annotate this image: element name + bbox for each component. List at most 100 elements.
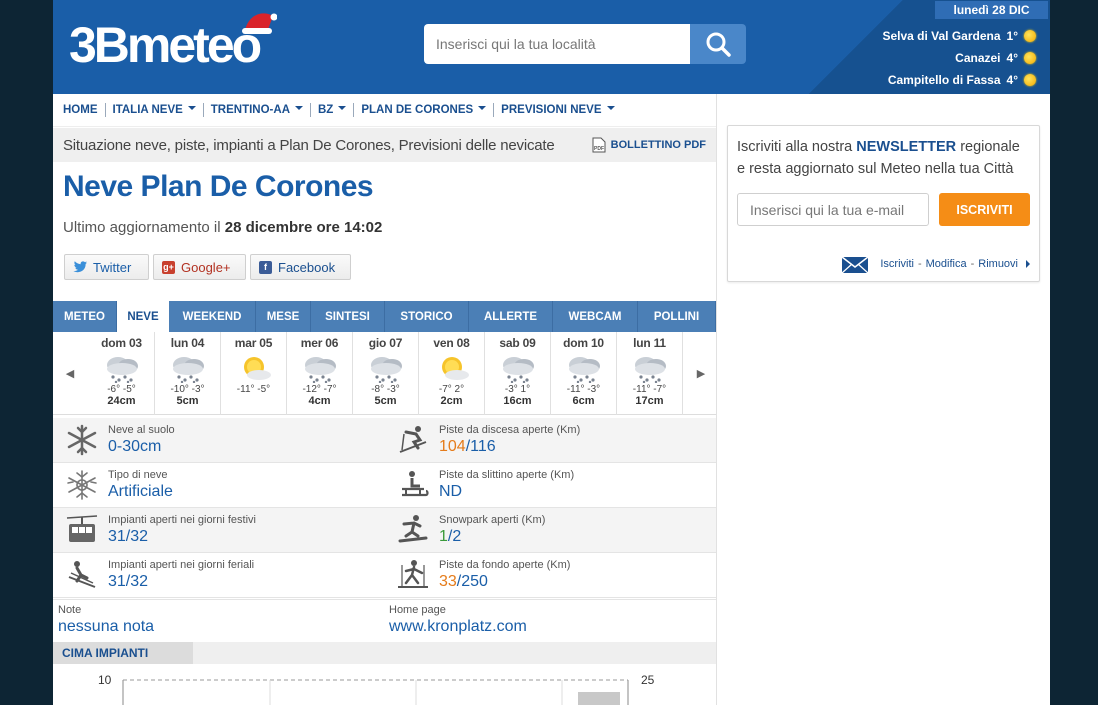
forecast-day-name: gio 07 xyxy=(368,336,403,350)
forecast-day[interactable]: mar 05 -11° -5° xyxy=(221,332,287,415)
caret-down-icon xyxy=(478,106,487,110)
forecast-day[interactable]: dom 03 -6° -5° 24cm xyxy=(89,332,155,415)
forecast-strip: ◀ dom 03 -6° -5° 24cm lun 04 -10° -3° 5c… xyxy=(53,332,716,415)
forecast-day-name: mar 05 xyxy=(234,336,273,350)
svg-text:3Bmeteo: 3Bmeteo xyxy=(69,17,261,72)
forecast-days: dom 03 -6° -5° 24cm lun 04 -10° -3° 5cm … xyxy=(89,332,683,415)
google-plus-share-button[interactable]: g+ Google+ xyxy=(153,254,246,280)
forecast-prev-arrow[interactable]: ◀ xyxy=(53,332,87,415)
forecast-snowfall: 5cm xyxy=(374,395,397,407)
cima-impianti-header: CIMA IMPIANTI xyxy=(53,642,716,664)
stat-row: Impianti aperti nei giorni festivi 31/32… xyxy=(53,508,716,553)
forecast-snowfall: 5cm xyxy=(176,395,199,407)
sun-icon xyxy=(1024,30,1036,42)
sun-icon xyxy=(1024,52,1036,64)
caret-down-icon xyxy=(295,106,303,110)
breadcrumb-item[interactable]: BZ xyxy=(318,104,347,116)
tab-weekend[interactable]: WEEKEND xyxy=(169,301,256,332)
note-field: Note nessuna nota xyxy=(58,604,155,635)
twitter-share-button[interactable]: Twitter xyxy=(64,254,149,280)
breadcrumb-item[interactable]: TRENTINO-AA xyxy=(211,104,303,116)
forecast-day[interactable]: lun 11 -11° -7° 17cm xyxy=(617,332,683,415)
caret-down-icon xyxy=(338,106,347,110)
forecast-day[interactable]: dom 10 -11° -3° 6cm xyxy=(551,332,617,415)
breadcrumb: HOME ITALIA NEVE TRENTINO-AA BZ PLAN DE CORO… xyxy=(53,94,716,127)
snow-cloud-icon xyxy=(366,353,406,384)
tab-mese[interactable]: MESE xyxy=(256,301,311,332)
facebook-icon: f xyxy=(259,260,272,274)
forecast-day[interactable]: lun 04 -10° -3° 5cm xyxy=(155,332,221,415)
newsletter-subscribe-button[interactable]: ISCRIVITI xyxy=(939,193,1030,226)
pdf-bulletin-link[interactable]: PDF BOLLETTINO PDF xyxy=(591,137,706,153)
tab-storico[interactable]: STORICO xyxy=(385,301,469,332)
stat-row: Impianti aperti nei giorni feriali 31/32… xyxy=(53,553,716,598)
forecast-day[interactable]: mer 06 -12° -7° 4cm xyxy=(287,332,353,415)
notes-section: Note nessuna nota Home page www.kronplat… xyxy=(53,599,716,639)
forecast-day[interactable]: gio 07 -8° -3° 5cm xyxy=(353,332,419,415)
stat-row: Tipo di neve Artificiale Piste da slitti… xyxy=(53,463,716,508)
forecast-temp: -10° -3° xyxy=(170,384,205,395)
stat-snowpark: Snowpark aperti (Km) 1/2 xyxy=(384,508,715,552)
page-subtitle: Situazione neve, piste, impianti a Plan … xyxy=(63,136,555,154)
snow-cloud-icon xyxy=(300,353,340,384)
cross-country-skier-icon xyxy=(398,560,428,588)
section-tabs: METEO NEVE WEEKEND MESE SINTESI STORICO ALLERT… xyxy=(53,301,716,333)
tab-allerte[interactable]: ALLERTE xyxy=(469,301,553,332)
stat-lifts-weekdays: Impianti aperti nei giorni feriali 31/32 xyxy=(53,553,384,597)
forecast-temp: -12° -7° xyxy=(302,384,337,395)
city-weather-list: Selva di Val Gardena 1° Canazei 4° Campite… xyxy=(882,25,1036,91)
forecast-temp: -11° -3° xyxy=(566,384,601,395)
tab-neve[interactable]: NEVE xyxy=(117,301,169,333)
city-weather-item[interactable]: Canazei 4° xyxy=(882,47,1036,69)
search-button[interactable] xyxy=(690,24,746,64)
forecast-day-name: lun 04 xyxy=(170,336,205,350)
tab-pollini[interactable]: POLLINI xyxy=(638,301,716,332)
svg-text:PDF: PDF xyxy=(594,146,604,152)
snow-cloud-icon xyxy=(564,353,604,384)
skier-icon xyxy=(68,561,96,588)
breadcrumb-item[interactable]: HOME xyxy=(63,104,98,116)
forecast-snowfall: 16cm xyxy=(503,395,532,407)
forecast-temp: -8° -3° xyxy=(371,384,400,395)
forecast-snowfall: 2cm xyxy=(440,395,463,407)
city-weather-item[interactable]: Campitello di Fassa 4° xyxy=(882,69,1036,91)
breadcrumb-item[interactable]: ITALIA NEVE xyxy=(113,104,196,116)
google-plus-icon: g+ xyxy=(162,260,175,274)
facebook-share-button[interactable]: f Facebook xyxy=(250,254,351,280)
snow-cloud-icon xyxy=(168,353,208,384)
forecast-day[interactable]: ven 08 -7° 2° 2cm xyxy=(419,332,485,415)
homepage-link[interactable]: www.kronplatz.com xyxy=(389,618,527,636)
caret-down-icon xyxy=(606,106,615,110)
twitter-icon xyxy=(73,261,87,273)
city-weather-item[interactable]: Selva di Val Gardena 1° xyxy=(882,25,1036,47)
site-logo[interactable]: 3Bmeteo xyxy=(67,10,277,72)
location-search-input[interactable] xyxy=(424,24,690,64)
breadcrumb-item[interactable]: PLAN DE CORONES xyxy=(361,104,487,116)
newsletter-subscribe-link[interactable]: Iscriviti xyxy=(880,258,914,270)
snow-cloud-icon xyxy=(102,353,142,384)
subtitle-bar: Situazione neve, piste, impianti a Plan … xyxy=(53,128,716,162)
forecast-next-arrow[interactable]: ▶ xyxy=(684,332,718,415)
forecast-day-name: dom 10 xyxy=(563,336,604,350)
tab-meteo[interactable]: METEO xyxy=(53,301,117,332)
homepage-field: Home page www.kronplatz.com xyxy=(389,604,527,636)
page-title: Neve Plan De Corones xyxy=(63,170,374,203)
chart-axis-left-top: 10 xyxy=(98,673,112,687)
mail-icon xyxy=(841,256,869,274)
last-update: Ultimo aggiornamento il 28 dicembre ore … xyxy=(63,219,383,236)
breadcrumb-item[interactable]: PREVISIONI NEVE xyxy=(501,104,615,116)
tab-webcam[interactable]: WEBCAM xyxy=(553,301,638,332)
forecast-temp: -3° 1° xyxy=(504,384,531,395)
newsletter-edit-link[interactable]: Modifica xyxy=(926,258,967,270)
newsletter-text: Iscriviti alla nostra NEWSLETTER regiona… xyxy=(737,139,1020,177)
newsletter-email-input[interactable] xyxy=(737,193,929,226)
tab-sintesi[interactable]: SINTESI xyxy=(311,301,385,332)
stat-row: Neve al suolo 0-30cm Piste da discesa ap… xyxy=(53,418,716,463)
sidebar: Iscriviti alla nostra NEWSLETTER regiona… xyxy=(716,94,1050,705)
forecast-day-name: ven 08 xyxy=(433,336,470,350)
newsletter-remove-link[interactable]: Rimuovi xyxy=(978,258,1018,270)
caret-down-icon xyxy=(187,106,196,110)
stat-snow-type: Tipo di neve Artificiale xyxy=(53,463,384,507)
forecast-day[interactable]: sab 09 -3° 1° 16cm xyxy=(485,332,551,415)
cima-impianti-tab[interactable]: CIMA IMPIANTI xyxy=(53,642,193,664)
